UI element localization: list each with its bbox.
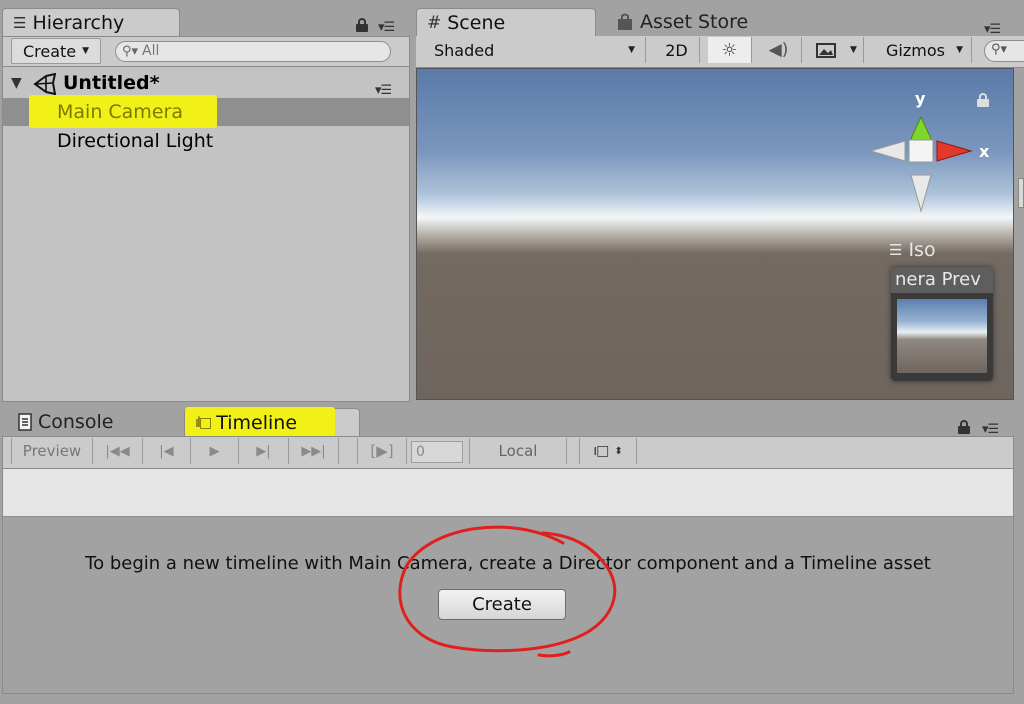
go-to-end-button[interactable]: ▶▶| [289, 438, 339, 464]
local-mode-button[interactable]: Local [469, 438, 567, 464]
sun-icon: ☼ [721, 39, 738, 61]
lock-icon[interactable] [356, 18, 368, 32]
play-icon: ▶ [209, 443, 220, 459]
preview-toggle-button[interactable]: Preview [11, 438, 93, 464]
scene-search-input[interactable]: ⚲▾ [984, 40, 1024, 62]
audio-toggle-button[interactable]: ◀) [756, 37, 802, 63]
neg-x-axis-cone[interactable] [869, 140, 906, 162]
next-frame-button[interactable]: ▶| [239, 438, 289, 464]
image-icon [816, 42, 836, 58]
scene-name: Untitled* [63, 72, 160, 94]
skip-end-icon: ▶▶| [301, 443, 326, 459]
hierarchy-panel: Create ▼ ⚲▾ All ▼ Untitled* ▾☰ Main Came… [2, 36, 410, 402]
shading-mode-label: Shaded [434, 40, 495, 60]
previous-frame-button[interactable]: |◀ [143, 438, 191, 464]
x-axis-cone[interactable] [936, 140, 973, 162]
timeline-panel: Preview |◀◀ |◀ ▶ ▶| ▶▶| [▶] 0 Local ı□ ⬍ [2, 436, 1014, 694]
create-dropdown-label: Create [22, 41, 77, 61]
chevron-updown-icon: ⬍ [614, 445, 623, 457]
timeline-panel-menu-icon[interactable]: ▾☰ [982, 422, 999, 437]
scene-panel-menu-icon[interactable]: ▾☰ [984, 22, 1001, 37]
scene-viewport[interactable]: y x ☰ Iso nera Prev [416, 68, 1014, 400]
lighting-toggle-button[interactable]: ☼ [708, 37, 752, 63]
gizmos-label: Gizmos [886, 40, 945, 60]
hierarchy-search-input[interactable]: ⚲▾ All [115, 41, 391, 62]
x-axis-label: x [979, 142, 990, 161]
camera-preview-label: nera Prev [895, 269, 981, 290]
search-icon: ⚲▾ [122, 44, 139, 59]
scene-scrollbar[interactable] [1018, 178, 1024, 208]
scene-toolbar: Shaded ▼ 2D ☼ ◀) ▼ Gizmos ▼ ⚲▾ [416, 36, 1024, 68]
scene-root-row[interactable]: ▼ Untitled* ▾☰ [3, 69, 409, 98]
timeline-icon: ıI□ [195, 414, 212, 431]
gizmos-dropdown[interactable]: Gizmos ▼ [878, 37, 972, 63]
play-button[interactable]: ▶ [191, 438, 239, 464]
projection-label: Iso [908, 239, 936, 261]
menu-icon: ☰ [889, 241, 903, 259]
2d-toggle-button[interactable]: 2D [654, 37, 700, 63]
tab-console-label: Console [38, 411, 114, 433]
track-icon: ı□ [593, 443, 609, 459]
speaker-icon: ◀) [768, 40, 789, 60]
play-range-button[interactable]: [▶] [357, 438, 407, 464]
create-dropdown[interactable]: Create ▼ [11, 38, 101, 64]
expand-arrow-icon[interactable]: ▼ [11, 69, 22, 97]
shopping-bag-icon [618, 13, 632, 30]
timeline-lock-icon[interactable] [958, 420, 970, 434]
step-back-icon: |◀ [159, 443, 174, 459]
neg-y-axis-cone[interactable] [910, 174, 932, 213]
2d-label: 2D [665, 40, 688, 60]
frame-value: 0 [416, 444, 425, 460]
y-axis-cone[interactable] [908, 115, 934, 144]
hierarchy-item-main-camera[interactable]: Main Camera [3, 95, 409, 128]
timeline-toolbar: Preview |◀◀ |◀ ▶ ▶| ▶▶| [▶] 0 Local ı□ ⬍ [3, 437, 1013, 469]
timeline-options-dropdown[interactable]: ı□ ⬍ [579, 438, 637, 464]
tab-scene-label: Scene [447, 11, 506, 34]
directional-light-label: Directional Light [57, 130, 214, 152]
chevron-down-icon: ▼ [850, 45, 857, 55]
search-placeholder: All [142, 43, 160, 59]
effects-toggle-button[interactable]: ▼ [808, 37, 864, 63]
local-label: Local [498, 442, 538, 460]
chevron-down-icon: ▼ [956, 45, 963, 55]
tab-asset-store-label: Asset Store [640, 11, 749, 33]
search-icon: ⚲▾ [991, 42, 1008, 57]
tab-hierarchy-label: Hierarchy [32, 11, 125, 34]
main-camera-label: Main Camera [57, 101, 183, 123]
chevron-down-icon: ▼ [82, 46, 90, 56]
tab-timeline[interactable]: ıI□ Timeline [184, 407, 360, 437]
play-range-icon: [▶] [370, 442, 394, 460]
orientation-gizmo[interactable]: y x [867, 87, 999, 217]
annotation-circle [398, 525, 617, 658]
console-icon [18, 413, 32, 431]
skip-start-icon: |◀◀ [105, 443, 130, 459]
frame-input[interactable]: 0 [411, 441, 463, 463]
list-icon: ☰ [13, 13, 27, 32]
tab-console[interactable]: Console [8, 408, 178, 436]
camera-preview: nera Prev [891, 267, 993, 381]
go-to-start-button[interactable]: |◀◀ [93, 438, 143, 464]
tab-timeline-label: Timeline [216, 411, 298, 434]
chevron-down-icon: ▼ [628, 45, 635, 55]
timeline-header-strip [3, 469, 1013, 517]
camera-preview-image [897, 299, 987, 373]
projection-toggle[interactable]: ☰ Iso [889, 239, 936, 261]
shading-mode-dropdown[interactable]: Shaded ▼ [424, 37, 646, 63]
hierarchy-toolbar: Create ▼ ⚲▾ All [3, 37, 409, 67]
grid-icon: # [427, 12, 442, 33]
unity-logo-icon [33, 73, 57, 95]
tab-asset-store[interactable]: Asset Store [606, 8, 786, 36]
step-forward-icon: ▶| [256, 443, 271, 459]
preview-label: Preview [22, 442, 82, 460]
hierarchy-item-directional-light[interactable]: Directional Light [3, 127, 409, 155]
tab-scene[interactable]: # Scene [416, 8, 596, 36]
tab-hierarchy[interactable]: ☰ Hierarchy [2, 8, 180, 36]
y-axis-label: y [915, 89, 926, 108]
panel-menu-icon[interactable]: ▾☰ [378, 20, 395, 35]
camera-preview-title: nera Prev [891, 267, 993, 293]
gizmo-center-cube[interactable] [908, 139, 934, 163]
